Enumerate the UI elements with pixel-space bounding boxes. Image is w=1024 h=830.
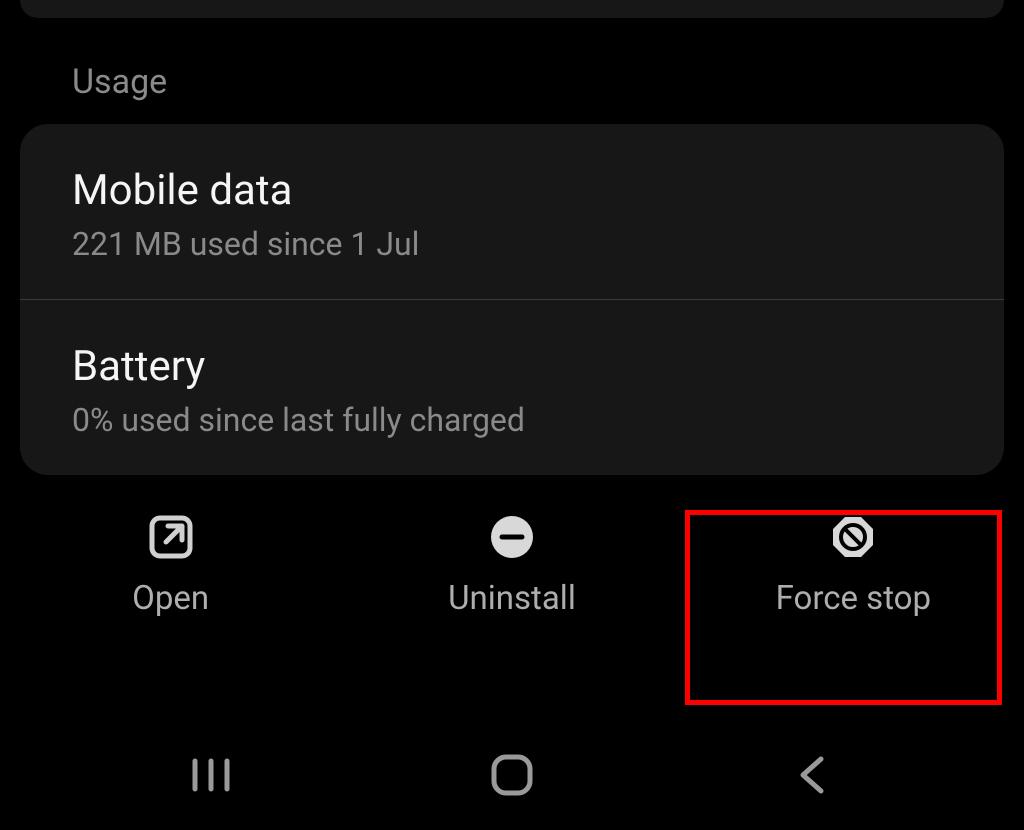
- battery-subtitle: 0% used since last fully charged: [72, 401, 952, 439]
- mobile-data-title: Mobile data: [72, 166, 952, 215]
- battery-row[interactable]: Battery 0% used since last fully charged: [20, 299, 1004, 475]
- action-bar: Open Uninstall Force stop: [0, 483, 1024, 638]
- recents-icon: [187, 755, 235, 795]
- open-label: Open: [132, 579, 209, 618]
- back-button[interactable]: [753, 750, 873, 800]
- uninstall-icon: [489, 513, 535, 561]
- mobile-data-subtitle: 221 MB used since 1 Jul: [72, 225, 952, 263]
- previous-card-bottom: [20, 0, 1004, 18]
- recents-button[interactable]: [151, 750, 271, 800]
- open-icon: [148, 513, 194, 561]
- home-button[interactable]: [452, 750, 572, 800]
- force-stop-button[interactable]: Force stop: [683, 503, 1024, 628]
- uninstall-button[interactable]: Uninstall: [342, 503, 683, 628]
- back-icon: [795, 753, 831, 797]
- home-icon: [490, 753, 534, 797]
- uninstall-label: Uninstall: [448, 579, 576, 618]
- battery-title: Battery: [72, 342, 952, 391]
- open-button[interactable]: Open: [0, 503, 341, 628]
- force-stop-icon: [830, 513, 876, 561]
- force-stop-label: Force stop: [776, 579, 931, 618]
- usage-card: Mobile data 221 MB used since 1 Jul Batt…: [20, 124, 1004, 475]
- usage-section-header: Usage: [0, 18, 1024, 124]
- mobile-data-row[interactable]: Mobile data 221 MB used since 1 Jul: [20, 124, 1004, 299]
- navigation-bar: [0, 720, 1024, 830]
